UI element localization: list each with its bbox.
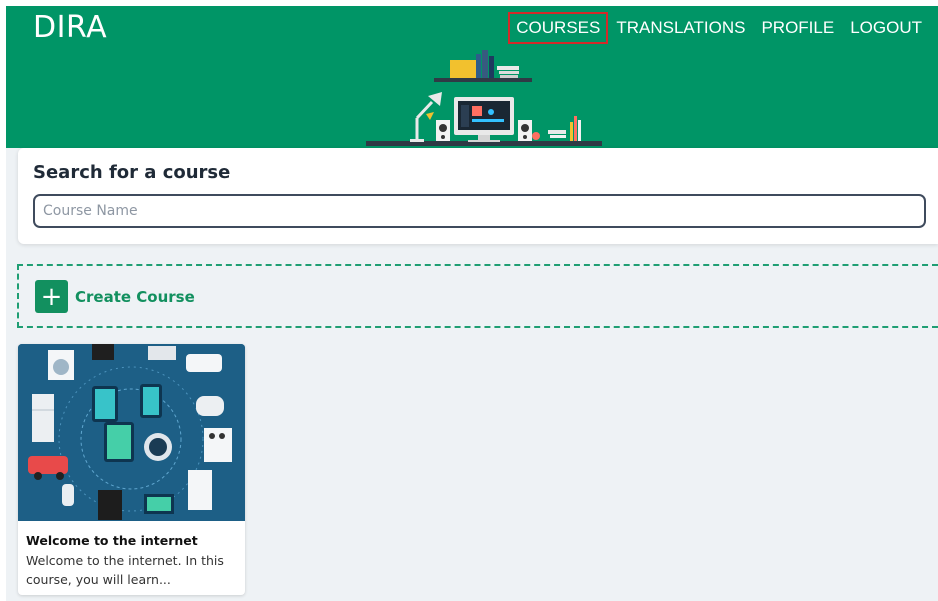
nav-profile[interactable]: PROFILE xyxy=(753,14,842,42)
search-title: Search for a course xyxy=(33,162,231,183)
create-course-label: Create Course xyxy=(75,287,195,306)
create-course-area: + Create Course xyxy=(17,264,938,328)
nav-translations[interactable]: TRANSLATIONS xyxy=(608,14,753,42)
course-search-input[interactable] xyxy=(33,194,926,228)
logo[interactable]: DIRA xyxy=(33,8,107,46)
course-title: Welcome to the internet xyxy=(26,533,198,548)
plus-icon: + xyxy=(35,280,68,313)
main-nav: COURSES TRANSLATIONS PROFILE LOGOUT xyxy=(508,12,930,44)
page: DIRA COURSES TRANSLATIONS PROFILE LOGOUT xyxy=(6,6,938,601)
course-card[interactable]: Welcome to the internet Welcome to the i… xyxy=(18,344,245,595)
create-course-button[interactable]: + Create Course xyxy=(35,280,195,313)
nav-logout[interactable]: LOGOUT xyxy=(842,14,930,42)
course-thumbnail xyxy=(18,344,245,521)
course-description: Welcome to the internet. In this course,… xyxy=(26,553,224,587)
search-card: Search for a course xyxy=(18,148,938,244)
nav-courses[interactable]: COURSES xyxy=(508,12,609,44)
header-banner: DIRA COURSES TRANSLATIONS PROFILE LOGOUT xyxy=(6,6,938,148)
desk-illustration xyxy=(366,50,602,146)
logo-text: DIRA xyxy=(33,9,108,45)
